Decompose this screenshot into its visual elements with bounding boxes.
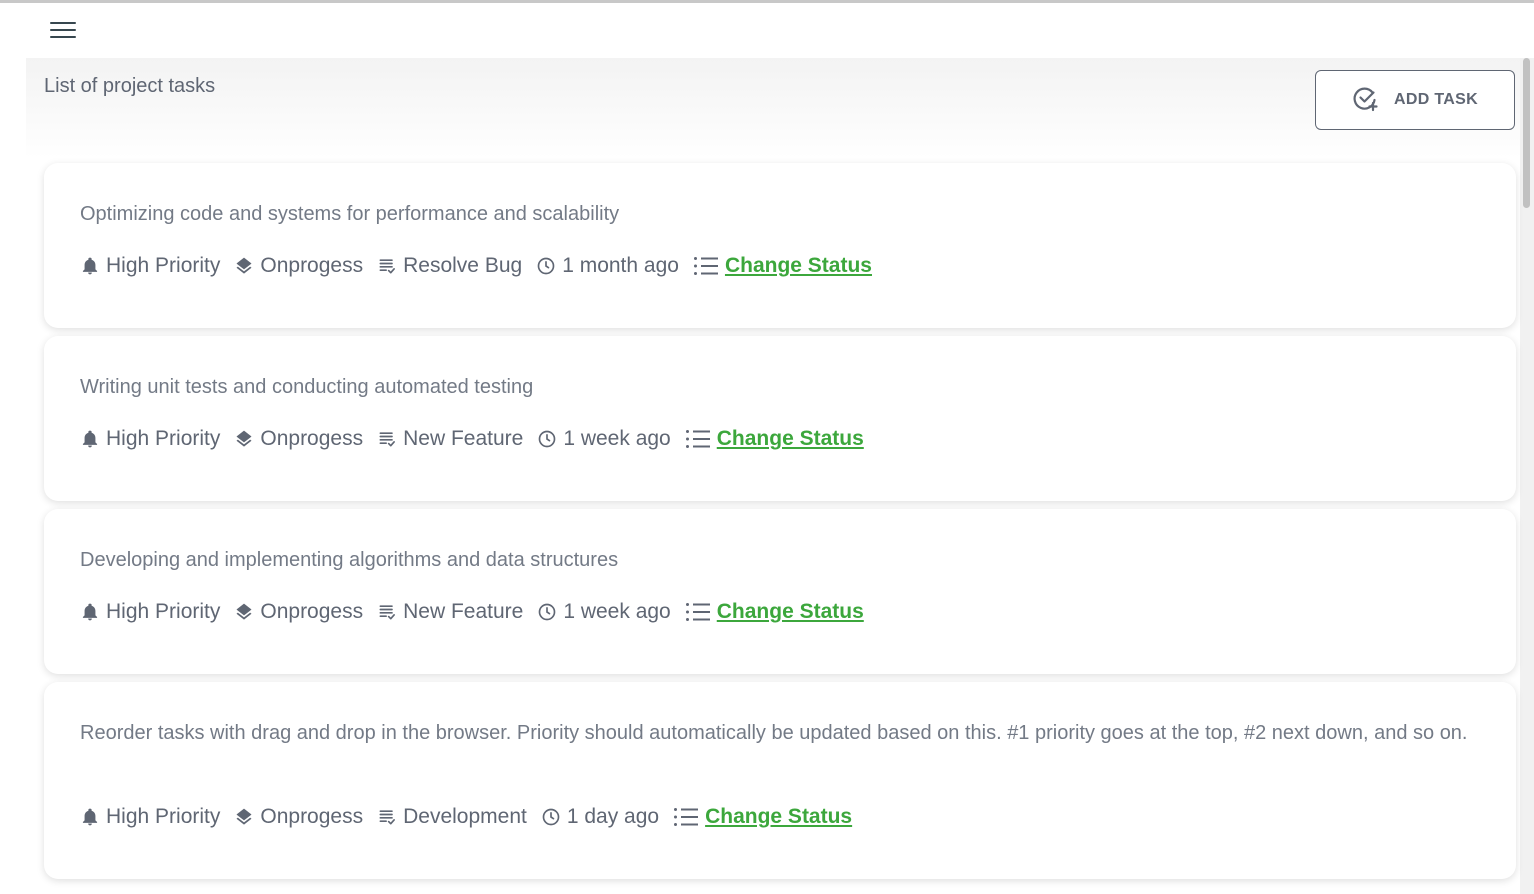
change-status-link[interactable]: Change Status xyxy=(717,427,864,451)
layers-icon xyxy=(234,429,254,449)
clock-icon xyxy=(541,807,561,827)
bell-icon xyxy=(80,807,100,827)
task-description: Optimizing code and systems for performa… xyxy=(80,203,620,225)
type-tag: Resolve Bug xyxy=(377,254,522,278)
change-status-action[interactable]: Change Status xyxy=(693,254,872,278)
type-tag: New Feature xyxy=(377,600,523,624)
change-status-action[interactable]: Change Status xyxy=(685,427,864,451)
layers-icon xyxy=(234,256,254,276)
status-tag: Onprogess xyxy=(234,805,363,829)
layers-icon xyxy=(234,807,254,827)
time-label: 1 week ago xyxy=(563,600,671,623)
task-meta-row: High Priority Onprogess Development 1 da… xyxy=(80,805,866,829)
list-check-icon xyxy=(377,429,397,449)
task-description: Reorder tasks with drag and drop in the … xyxy=(80,722,1468,744)
change-status-link[interactable]: Change Status xyxy=(725,254,872,278)
change-status-link[interactable]: Change Status xyxy=(705,805,852,829)
status-tag: Onprogess xyxy=(234,427,363,451)
clock-icon xyxy=(536,256,556,276)
list-check-icon xyxy=(377,602,397,622)
list-check-icon xyxy=(377,256,397,276)
hamburger-menu-icon[interactable] xyxy=(48,20,78,42)
task-meta-row: High Priority Onprogess New Feature 1 we… xyxy=(80,600,878,624)
top-border xyxy=(0,0,1534,3)
priority-label: High Priority xyxy=(106,427,221,450)
change-status-link[interactable]: Change Status xyxy=(717,600,864,624)
priority-label: High Priority xyxy=(106,254,221,277)
add-task-icon xyxy=(1352,84,1380,117)
type-label: New Feature xyxy=(403,427,524,450)
time-label: 1 week ago xyxy=(563,427,671,450)
change-status-action[interactable]: Change Status xyxy=(685,600,864,624)
task-meta-row: High Priority Onprogess New Feature 1 we… xyxy=(80,427,878,451)
priority-label: High Priority xyxy=(106,600,221,623)
task-meta-row: High Priority Onprogess Resolve Bug 1 mo… xyxy=(80,254,886,278)
clock-icon xyxy=(537,602,557,622)
type-tag: New Feature xyxy=(377,427,523,451)
task-card[interactable]: Optimizing code and systems for performa… xyxy=(44,163,1516,328)
bell-icon xyxy=(80,429,100,449)
time-label: 1 day ago xyxy=(566,805,660,828)
status-tag: Onprogess xyxy=(234,254,363,278)
time-tag: 1 day ago xyxy=(541,805,659,829)
priority-tag: High Priority xyxy=(80,805,220,829)
status-label: Onprogess xyxy=(260,600,364,623)
status-label: Onprogess xyxy=(260,427,364,450)
time-tag: 1 month ago xyxy=(536,254,679,278)
header-panel xyxy=(26,58,1520,158)
bell-icon xyxy=(80,602,100,622)
type-label: Development xyxy=(403,805,527,828)
list-icon xyxy=(685,428,711,450)
add-task-label: ADD TASK xyxy=(1394,91,1478,108)
list-icon xyxy=(685,601,711,623)
priority-label: High Priority xyxy=(106,805,221,828)
scrollbar-thumb[interactable] xyxy=(1523,58,1530,208)
time-tag: 1 week ago xyxy=(537,427,671,451)
list-icon xyxy=(673,806,699,828)
bell-icon xyxy=(80,256,100,276)
time-label: 1 month ago xyxy=(562,254,679,277)
task-card[interactable]: Reorder tasks with drag and drop in the … xyxy=(44,682,1516,879)
task-card[interactable]: Writing unit tests and conducting automa… xyxy=(44,336,1516,501)
page-title: List of project tasks xyxy=(44,75,216,97)
priority-tag: High Priority xyxy=(80,254,220,278)
type-label: Resolve Bug xyxy=(403,254,523,277)
status-tag: Onprogess xyxy=(234,600,363,624)
task-card[interactable]: Developing and implementing algorithms a… xyxy=(44,509,1516,674)
status-label: Onprogess xyxy=(260,254,364,277)
type-tag: Development xyxy=(377,805,527,829)
clock-icon xyxy=(537,429,557,449)
layers-icon xyxy=(234,602,254,622)
priority-tag: High Priority xyxy=(80,427,220,451)
priority-tag: High Priority xyxy=(80,600,220,624)
type-label: New Feature xyxy=(403,600,524,623)
list-check-icon xyxy=(377,807,397,827)
change-status-action[interactable]: Change Status xyxy=(673,805,852,829)
list-icon xyxy=(693,255,719,277)
task-description: Developing and implementing algorithms a… xyxy=(80,549,619,571)
time-tag: 1 week ago xyxy=(537,600,671,624)
task-description: Writing unit tests and conducting automa… xyxy=(80,376,534,398)
add-task-button[interactable]: ADD TASK xyxy=(1315,70,1515,130)
status-label: Onprogess xyxy=(260,805,364,828)
